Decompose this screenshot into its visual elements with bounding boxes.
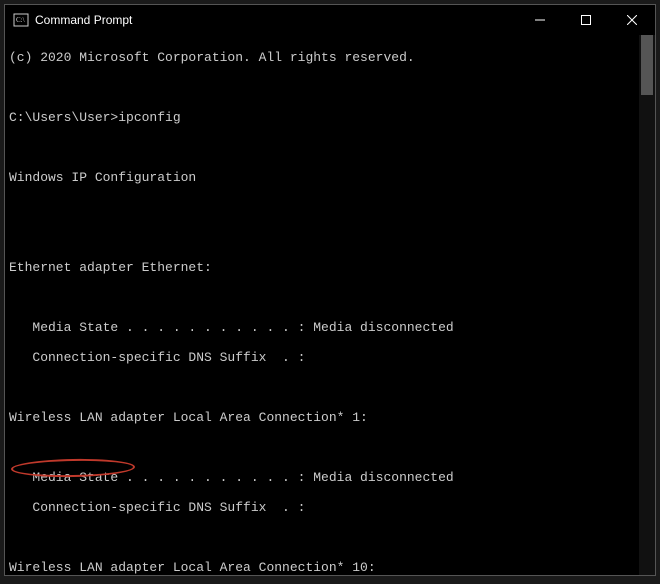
cmd-icon: C:\ bbox=[13, 12, 29, 28]
terminal-area: (c) 2020 Microsoft Corporation. All righ… bbox=[5, 35, 655, 575]
wlan10-title: Wireless LAN adapter Local Area Connecti… bbox=[9, 560, 635, 575]
copyright-line: (c) 2020 Microsoft Corporation. All righ… bbox=[9, 50, 635, 65]
window-title: Command Prompt bbox=[35, 13, 132, 27]
close-button[interactable] bbox=[609, 5, 655, 35]
minimize-button[interactable] bbox=[517, 5, 563, 35]
scrollbar[interactable] bbox=[639, 35, 655, 575]
command-prompt-window: C:\ Command Prompt (c) 2020 Microsoft Co… bbox=[4, 4, 656, 576]
ethernet-dns: Connection-specific DNS Suffix . : bbox=[9, 350, 635, 365]
ethernet-title: Ethernet adapter Ethernet: bbox=[9, 260, 635, 275]
wlan1-media: Media State . . . . . . . . . . . : Medi… bbox=[9, 470, 635, 485]
wlan1-title: Wireless LAN adapter Local Area Connecti… bbox=[9, 410, 635, 425]
svg-text:C:\: C:\ bbox=[16, 16, 25, 24]
terminal-output[interactable]: (c) 2020 Microsoft Corporation. All righ… bbox=[5, 35, 639, 575]
scrollbar-thumb[interactable] bbox=[641, 35, 653, 95]
maximize-button[interactable] bbox=[563, 5, 609, 35]
prompt-line: C:\Users\User>ipconfig bbox=[9, 110, 635, 125]
ipconfig-header: Windows IP Configuration bbox=[9, 170, 635, 185]
ethernet-media: Media State . . . . . . . . . . . : Medi… bbox=[9, 320, 635, 335]
titlebar[interactable]: C:\ Command Prompt bbox=[5, 5, 655, 35]
wlan1-dns: Connection-specific DNS Suffix . : bbox=[9, 500, 635, 515]
